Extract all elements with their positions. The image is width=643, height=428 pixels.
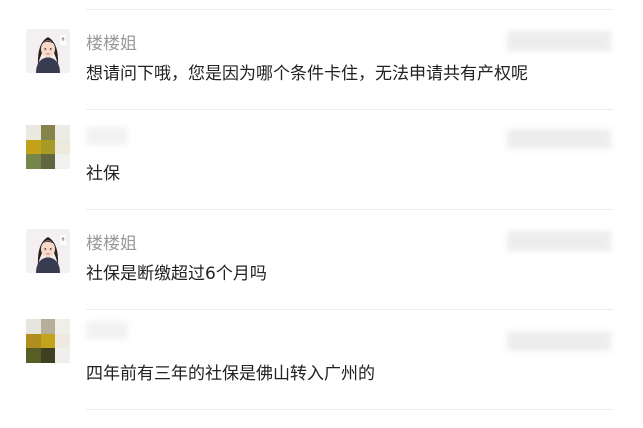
- mosaic-pixel: [55, 333, 70, 349]
- timestamp-blurred: [507, 231, 611, 251]
- mosaic-pixel: [55, 139, 70, 155]
- message-item: 楼 楼楼姐 社保是断缴超过6个月吗: [0, 209, 643, 309]
- mosaic-pixel: [26, 154, 41, 169]
- avatar[interactable]: 楼: [26, 29, 70, 73]
- timestamp-blurred: [507, 129, 611, 149]
- bottom-divider: [86, 409, 613, 410]
- mosaic-pixel: [40, 319, 56, 334]
- mosaic-pixel: [26, 125, 41, 140]
- girl-avatar-icon: 楼: [26, 229, 70, 273]
- message-text: 四年前有三年的社保是佛山转入广州的: [86, 364, 375, 384]
- mosaic-pixel: [40, 139, 56, 155]
- sender-name-blurred: [86, 127, 128, 145]
- mosaic-pixel: [26, 333, 41, 349]
- message-text: 社保是断缴超过6个月吗: [86, 264, 267, 284]
- mosaic-pixel: [40, 125, 56, 140]
- message-item: 四年前有三年的社保是佛山转入广州的: [0, 309, 643, 409]
- girl-avatar-icon: 楼: [26, 29, 70, 73]
- mosaic-pixel: [26, 139, 41, 155]
- avatar[interactable]: [26, 125, 70, 169]
- mosaic-pixel: [26, 348, 41, 363]
- sender-name-blurred: [86, 321, 128, 339]
- mosaic-pixel: [26, 319, 41, 334]
- avatar[interactable]: 楼: [26, 229, 70, 273]
- message-text: 社保: [86, 164, 120, 184]
- mosaic-pixel: [40, 333, 56, 349]
- svg-text:楼: 楼: [61, 236, 64, 241]
- timestamp-blurred: [507, 31, 611, 51]
- message-item: 社保: [0, 109, 643, 209]
- message-item: 楼 楼楼姐 想请问下哦，您是因为哪个条件卡住，无法申请共有产权呢: [0, 9, 643, 109]
- mosaic-pixel: [55, 125, 70, 140]
- avatar[interactable]: [26, 319, 70, 363]
- mosaic-pixel: [40, 348, 56, 363]
- message-text: 想请问下哦，您是因为哪个条件卡住，无法申请共有产权呢: [86, 64, 528, 84]
- svg-text:楼: 楼: [61, 36, 64, 41]
- mosaic-pixel: [55, 319, 70, 334]
- sender-name: 楼楼姐: [86, 234, 137, 254]
- sender-name: 楼楼姐: [86, 34, 137, 54]
- timestamp-blurred: [507, 331, 611, 351]
- mosaic-pixel: [55, 348, 70, 363]
- mosaic-pixel: [55, 154, 70, 169]
- mosaic-pixel: [40, 154, 56, 169]
